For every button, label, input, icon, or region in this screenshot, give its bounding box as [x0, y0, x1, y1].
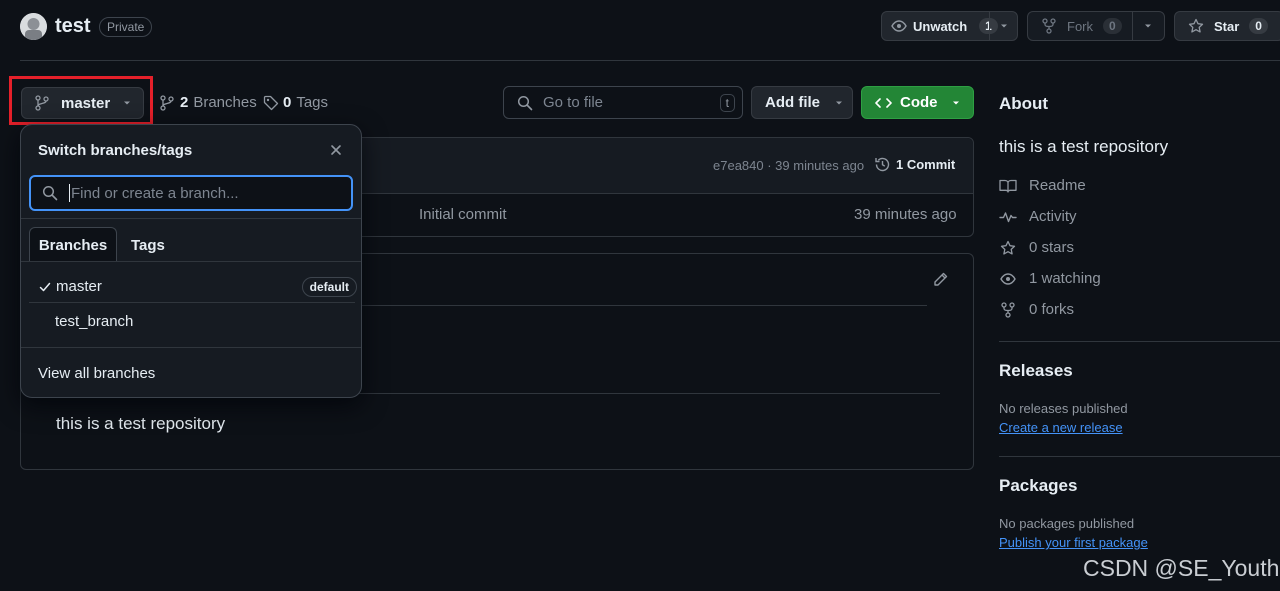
- branch-item-master[interactable]: master default: [29, 271, 357, 303]
- sidebar-divider: [999, 341, 1280, 342]
- packages-heading[interactable]: Packages: [999, 476, 1077, 496]
- chevron-down-icon[interactable]: [999, 21, 1009, 31]
- fork-icon: [999, 301, 1017, 318]
- tab-branches-label: Branches: [38, 236, 108, 254]
- tab-tags-label: Tags: [131, 237, 165, 254]
- star-icon: [1188, 18, 1204, 34]
- dropdown-footer-divider: [21, 347, 361, 348]
- fork-button[interactable]: Fork 0: [1027, 11, 1165, 41]
- add-file-button[interactable]: Add file: [751, 86, 853, 119]
- stars-link[interactable]: 0 stars: [999, 239, 1074, 256]
- triangle-down-icon: [834, 98, 844, 108]
- readme-link[interactable]: Readme: [999, 177, 1086, 194]
- branch-item-label: master: [56, 278, 102, 295]
- pulse-icon: [999, 209, 1017, 225]
- file-commit-message[interactable]: Initial commit: [419, 206, 507, 223]
- branches-label: Branches: [193, 94, 257, 111]
- text-cursor: [69, 184, 70, 202]
- tab-branches[interactable]: Branches: [29, 227, 117, 262]
- readme-link-label: Readme: [1029, 177, 1086, 194]
- fork-label: Fork: [1067, 18, 1093, 34]
- history-icon: [874, 156, 891, 173]
- add-file-label: Add file: [765, 94, 820, 111]
- tags-label: Tags: [296, 94, 329, 111]
- create-release-link[interactable]: Create a new release: [999, 420, 1123, 435]
- unwatch-label: Unwatch: [913, 18, 968, 34]
- forks-link-label: 0 forks: [1029, 301, 1075, 318]
- keyboard-shortcut-hint: t: [719, 93, 735, 112]
- watching-link-label: 1 watching: [1029, 270, 1101, 287]
- branch-button-highlight: [9, 76, 153, 125]
- releases-heading[interactable]: Releases: [999, 361, 1073, 381]
- latest-commit-info[interactable]: e7ea840 · 39 minutes ago: [713, 158, 864, 173]
- go-to-file-placeholder: Go to file: [543, 94, 604, 111]
- dropdown-title: Switch branches/tags: [38, 142, 193, 159]
- watermark: CSDN @SE_Youth: [1083, 555, 1280, 581]
- tags-count: 0: [283, 94, 292, 111]
- repo-avatar[interactable]: [20, 13, 47, 40]
- search-icon: [42, 185, 58, 201]
- tags-link[interactable]: 0 Tags: [263, 94, 328, 111]
- dropdown-tabs-underline: [21, 261, 361, 262]
- close-icon[interactable]: [329, 143, 343, 157]
- no-releases-text: No releases published: [999, 401, 1128, 416]
- stars-link-label: 0 stars: [1029, 239, 1075, 256]
- go-to-file-input[interactable]: Go to file t: [503, 86, 743, 119]
- unwatch-button[interactable]: Unwatch 1: [881, 11, 1018, 41]
- eye-icon: [999, 271, 1017, 287]
- commits-link[interactable]: 1 Commit: [874, 156, 955, 173]
- check-icon: [39, 281, 51, 293]
- code-label: Code: [900, 94, 938, 111]
- branches-link[interactable]: 2 Branches: [160, 94, 257, 111]
- triangle-down-icon: [951, 98, 961, 108]
- tab-tags[interactable]: Tags: [131, 237, 165, 255]
- eye-icon: [891, 18, 907, 34]
- tag-icon: [263, 95, 279, 111]
- activity-link[interactable]: Activity: [999, 208, 1077, 225]
- fork-count: 0: [1103, 18, 1122, 34]
- repo-name[interactable]: test: [55, 15, 91, 38]
- activity-link-label: Activity: [1029, 208, 1077, 225]
- star-icon: [999, 240, 1017, 256]
- no-packages-text: No packages published: [999, 516, 1135, 531]
- publish-package-link[interactable]: Publish your first package: [999, 535, 1148, 550]
- branch-item-label: test_branch: [55, 312, 134, 330]
- readme-body: this is a test repository: [56, 414, 226, 433]
- edit-pencil-icon[interactable]: [932, 271, 949, 288]
- visibility-badge: Private: [99, 17, 153, 37]
- star-count: 0: [1249, 18, 1268, 34]
- fork-icon: [1042, 18, 1056, 34]
- star-label: Star: [1214, 18, 1240, 34]
- star-button[interactable]: Star 0: [1174, 11, 1280, 41]
- branch-search-placeholder: Find or create a branch...: [71, 184, 239, 202]
- commits-label: 1 Commit: [896, 157, 956, 172]
- default-badge: default: [301, 276, 357, 297]
- about-heading: About: [999, 94, 1049, 113]
- git-branch-icon: [160, 94, 174, 111]
- branch-search-input[interactable]: Find or create a branch...: [29, 175, 353, 211]
- dropdown-tabs-divider: [21, 218, 361, 219]
- view-all-branches-link[interactable]: View all branches: [38, 365, 155, 382]
- sidebar-divider: [999, 456, 1280, 457]
- branch-dropdown: Switch branches/tags Find or create a br…: [20, 124, 362, 398]
- code-button[interactable]: Code: [861, 86, 974, 119]
- branch-item-test-branch[interactable]: test_branch: [29, 305, 355, 337]
- search-icon: [517, 95, 533, 111]
- file-commit-time: 39 minutes ago: [854, 206, 957, 223]
- watching-link[interactable]: 1 watching: [999, 270, 1101, 287]
- about-description: this is a test repository: [999, 137, 1169, 156]
- book-icon: [999, 178, 1017, 194]
- code-icon: [875, 96, 892, 110]
- forks-link[interactable]: 0 forks: [999, 301, 1074, 318]
- header-divider: [20, 60, 1280, 61]
- branches-count: 2: [180, 94, 189, 111]
- chevron-down-icon[interactable]: [1143, 21, 1153, 31]
